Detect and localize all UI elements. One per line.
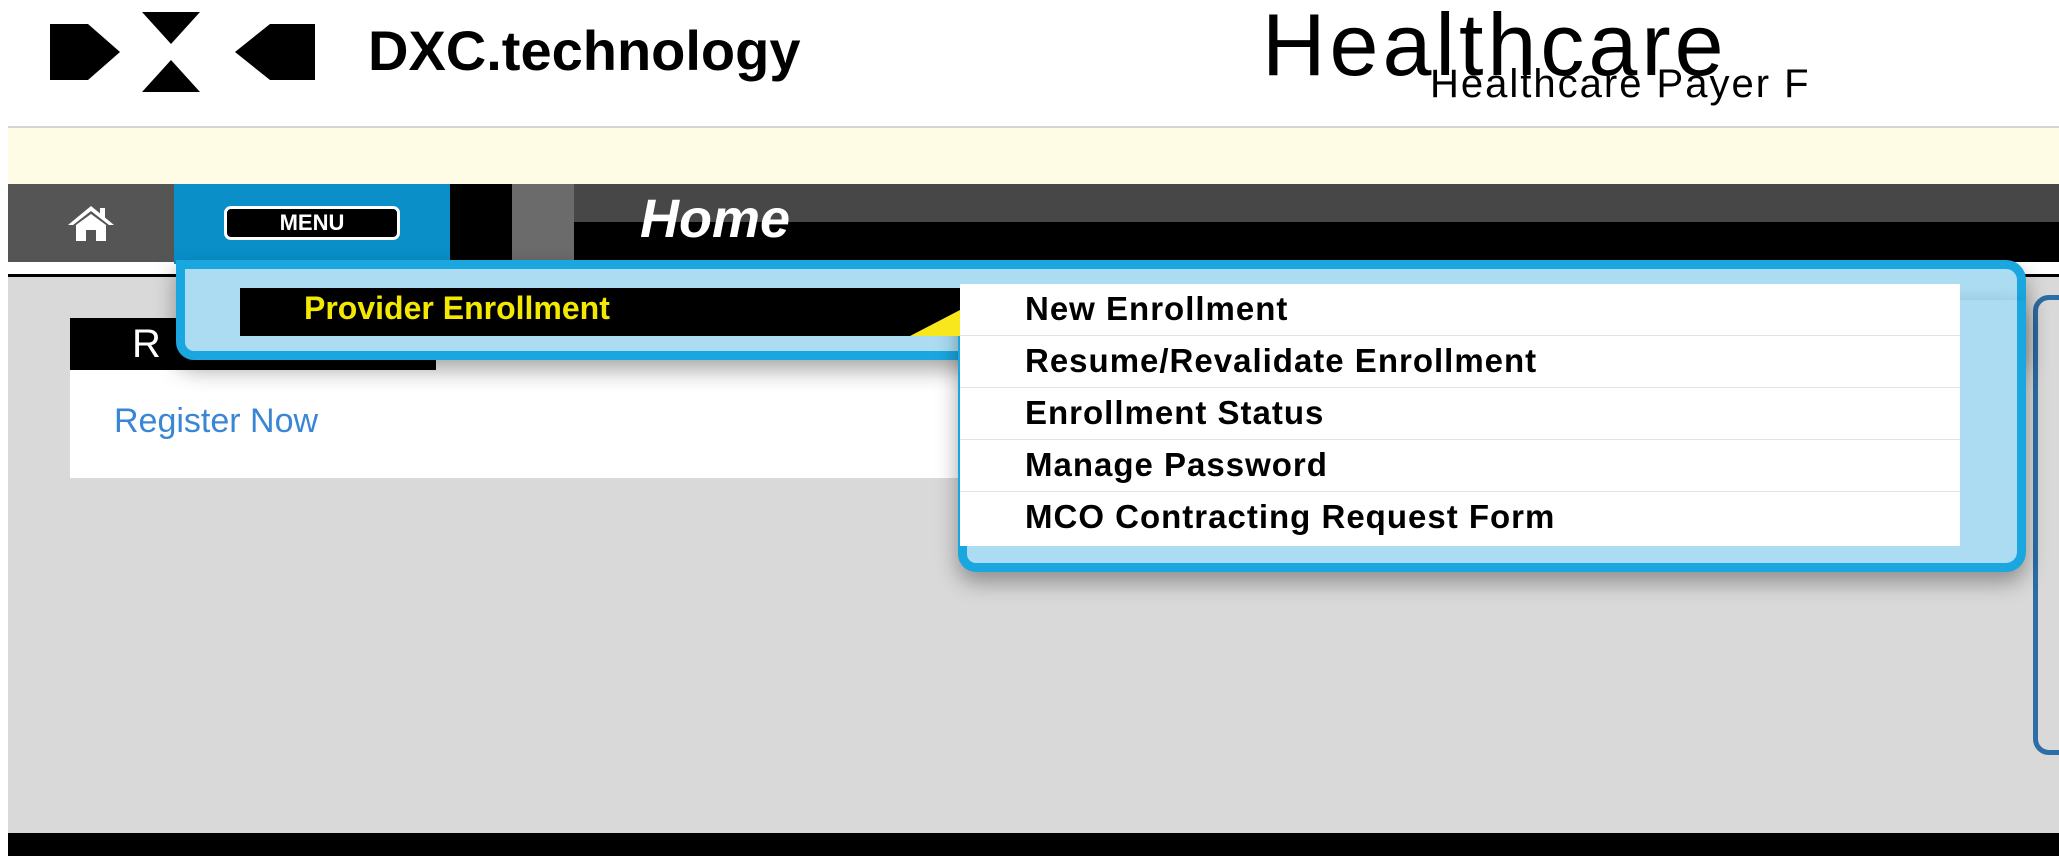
menu-button[interactable]: MENU: [224, 206, 400, 240]
notice-bar: [8, 128, 2059, 184]
footer-bar: [8, 833, 2059, 856]
home-button[interactable]: [8, 184, 174, 262]
brand-name: DXC.technology: [368, 19, 801, 82]
app-subtitle: Healthcare Payer F: [1430, 62, 1811, 106]
menu-item-label: New Enrollment: [1025, 290, 1289, 327]
register-now-link[interactable]: Register Now: [114, 402, 318, 441]
menu-item-resume-revalidate-enrollment[interactable]: Resume/Revalidate Enrollment: [960, 336, 1960, 388]
home-icon: [68, 206, 114, 241]
menu-item-enrollment-status[interactable]: Enrollment Status: [960, 388, 1960, 440]
menu-item-label: MCO Contracting Request Form: [1025, 498, 1556, 535]
side-panel-frame: [2033, 295, 2059, 755]
category-pointer: [910, 310, 960, 336]
menu-item-mco-contracting-request-form[interactable]: MCO Contracting Request Form: [960, 492, 1960, 544]
menu-item-label: Manage Password: [1025, 446, 1328, 483]
title-bar-lower: [574, 222, 2059, 262]
page-title: Home: [640, 189, 791, 249]
menu-item-new-enrollment[interactable]: New Enrollment: [960, 284, 1960, 336]
menu-item-label: Enrollment Status: [1025, 394, 1325, 431]
menu-category-label: Provider Enrollment: [304, 290, 610, 326]
panel-header-title: R: [132, 322, 161, 366]
dxc-logo: [50, 12, 315, 92]
menu-item-manage-password[interactable]: Manage Password: [960, 440, 1960, 492]
nav-separator: [512, 184, 574, 262]
menu-item-label: Resume/Revalidate Enrollment: [1025, 342, 1538, 379]
nav-separator: [450, 184, 512, 262]
title-bar-upper: [574, 184, 2059, 222]
